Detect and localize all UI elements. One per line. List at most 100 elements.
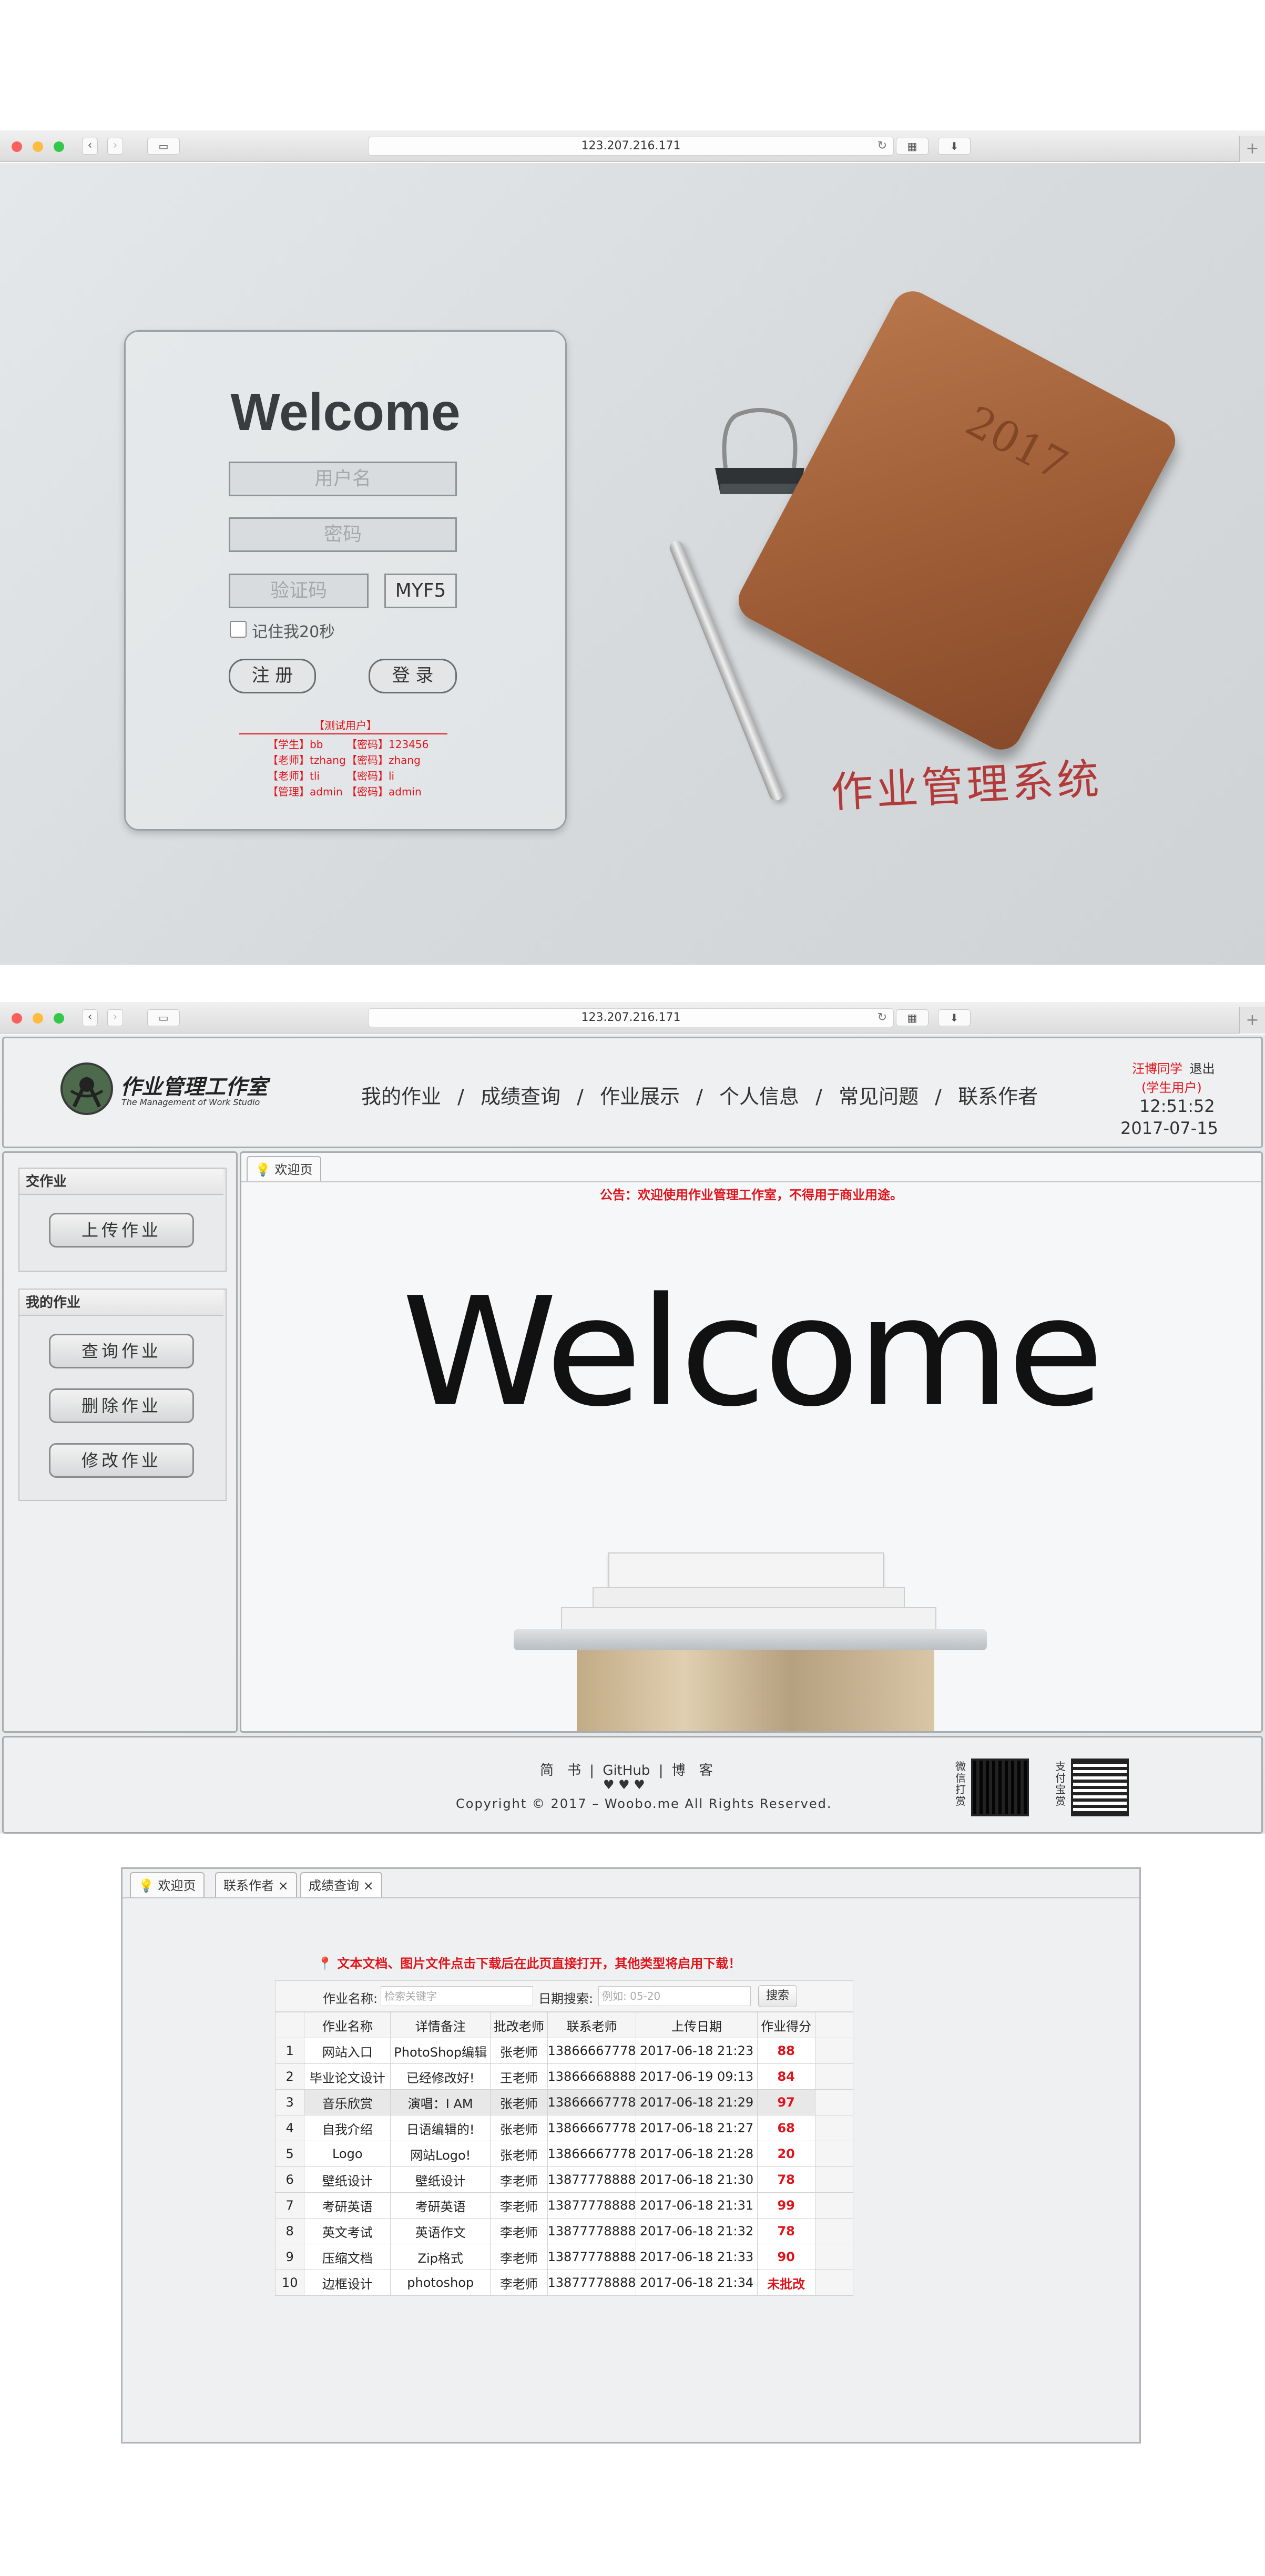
sidebar: 交作业 上传作业 我的作业 查询作业 删除作业 修改作业 (2, 1151, 238, 1733)
table-cell: 演唱：I AM (390, 2089, 491, 2115)
sidebar-icon[interactable]: ▭ (147, 1009, 180, 1026)
nav-contact[interactable]: 联系作者 (958, 1085, 1038, 1108)
name-search-label: 作业名称: (323, 1991, 378, 2006)
forward-icon[interactable]: › (107, 138, 123, 155)
delete-homework-button[interactable]: 删除作业 (49, 1388, 194, 1423)
nav-separator: / (935, 1085, 942, 1108)
table-cell: 壁纸设计 (390, 2166, 491, 2193)
nav-profile[interactable]: 个人信息 (719, 1085, 799, 1108)
tabs-overview-icon[interactable]: ▦ (896, 1009, 929, 1026)
upload-homework-button[interactable]: 上传作业 (49, 1213, 194, 1248)
logo-icon[interactable] (60, 1062, 113, 1115)
table-cell: 张老师 (490, 2038, 548, 2064)
minimize-window-icon[interactable] (33, 1013, 43, 1024)
minimize-window-icon[interactable] (33, 141, 43, 152)
table-cell (814, 2244, 854, 2270)
table-cell (814, 2038, 854, 2064)
register-button[interactable]: 注 册 (229, 659, 316, 693)
remember-checkbox[interactable] (230, 621, 247, 638)
back-icon[interactable]: ‹ (82, 1009, 98, 1026)
user-name[interactable]: 汪博同学 (1132, 1061, 1182, 1076)
maximize-window-icon[interactable] (54, 1013, 64, 1024)
table-cell: 5 (274, 2141, 305, 2167)
table-row[interactable]: 8 英文考试 英语作文 李老师 13877778888 2017-06-18 21:32 7… (274, 2218, 854, 2244)
login-button[interactable]: 登 录 (369, 659, 457, 693)
lightbulb-icon: 💡 (138, 1878, 154, 1893)
column-header[interactable]: 详情备注 (390, 2012, 491, 2038)
table-row[interactable]: 9 压缩文档 Zip格式 李老师 13877778888 2017-06-18 21:33… (274, 2244, 854, 2270)
tab-grades[interactable]: 成绩查询 × (300, 1872, 382, 1898)
captcha-image[interactable]: MYF5 (384, 574, 457, 608)
table-cell: 2017-06-18 21:30 (636, 2166, 758, 2193)
forward-icon[interactable]: › (107, 1009, 123, 1026)
reload-icon[interactable]: ↻ (878, 137, 887, 155)
table-row[interactable]: 7 考研英语 考研英语 李老师 13877778888 2017-06-18 21:31 9… (274, 2192, 854, 2219)
password-input[interactable]: 密码 (229, 517, 457, 552)
close-window-icon[interactable] (12, 1013, 22, 1024)
new-tab-icon[interactable]: + (1239, 136, 1265, 162)
table-row[interactable]: 1 网站入口 PhotoShop编辑 张老师 13866667778 2017-06-18… (274, 2038, 854, 2064)
tab-welcome[interactable]: 💡 欢迎页 (130, 1872, 205, 1898)
nav-showcase[interactable]: 作业展示 (600, 1085, 680, 1108)
new-tab-icon[interactable]: + (1239, 1007, 1265, 1034)
table-cell: 2 (274, 2063, 305, 2090)
name-search-input[interactable]: 检索关键字 (381, 1986, 533, 2006)
table-row[interactable]: 10 边框设计 photoshop 李老师 13877778888 2017-06-18 … (274, 2270, 854, 2296)
tabs-overview-icon[interactable]: ▦ (896, 138, 929, 155)
table-row[interactable]: 2 毕业论文设计 已经修改好! 王老师 13866668888 2017-06-19 09… (274, 2063, 854, 2090)
table-cell: 张老师 (490, 2115, 548, 2141)
downloads-icon[interactable]: ⬇ (938, 138, 971, 155)
close-window-icon[interactable] (12, 141, 22, 152)
table-row[interactable]: 4 自我介绍 日语编辑的! 张老师 13866667778 2017-06-18 21:2… (274, 2115, 854, 2141)
table-cell: 13877778888 (547, 2166, 637, 2193)
downloads-icon[interactable]: ⬇ (938, 1009, 971, 1026)
reload-icon[interactable]: ↻ (878, 1009, 887, 1027)
alipay-qr-code (1071, 1759, 1129, 1816)
table-cell: 压缩文档 (304, 2244, 391, 2270)
table-cell: Logo (304, 2141, 391, 2167)
table-cell: 2017-06-18 21:34 (636, 2270, 758, 2296)
notice-text: 公告：欢迎使用作业管理工作室，不得用于商业用途。 (600, 1188, 903, 1202)
table-cell: 3 (274, 2089, 305, 2115)
search-button[interactable]: 搜索 (758, 1985, 797, 2007)
search-bar: 作业名称: 检索关键字 日期搜索: 例如: 05-20 搜索 (275, 1980, 853, 2012)
column-header[interactable]: 上传日期 (636, 2012, 758, 2038)
date-search-input[interactable]: 例如: 05-20 (598, 1986, 751, 2006)
sidebar-icon[interactable]: ▭ (147, 138, 180, 155)
footer-link-blog[interactable]: 博 客 (672, 1763, 713, 1778)
column-header[interactable]: 作业名称 (304, 2012, 391, 2038)
logout-link[interactable]: 退出 (1190, 1061, 1215, 1076)
sidebar-group-title: 我的作业 (19, 1290, 223, 1316)
query-homework-button[interactable]: 查询作业 (49, 1334, 194, 1368)
tab-contact[interactable]: 联系作者 × (215, 1872, 297, 1898)
username-input[interactable]: 用户名 (229, 462, 457, 496)
table-cell: 考研英语 (390, 2192, 491, 2219)
footer-copyright: Copyright © 2017 – Woobo.me All Rights R… (456, 1796, 832, 1811)
test-user-row: 【管理】admin 【密码】admin (268, 785, 422, 798)
nav-grades[interactable]: 成绩查询 (481, 1085, 560, 1108)
table-cell: 2017-06-18 21:31 (636, 2192, 758, 2219)
captcha-input[interactable]: 验证码 (229, 574, 369, 608)
column-header[interactable]: 联系老师 (547, 2012, 637, 2038)
url-text: 123.207.216.171 (581, 139, 681, 152)
table-row[interactable]: 5 Logo 网站Logo! 张老师 13866667778 2017-06-18 21:… (274, 2141, 854, 2167)
footer-link-github[interactable]: GitHub (603, 1763, 650, 1778)
footer-link-jianshu[interactable]: 简 书 (540, 1763, 581, 1778)
table-row[interactable]: 3 音乐欣赏 演唱：I AM 张老师 13866667778 2017-06-18 21:… (274, 2089, 854, 2115)
tab-welcome[interactable]: 💡 欢迎页 (247, 1156, 321, 1182)
column-header[interactable]: 批改老师 (490, 2012, 548, 2038)
table-cell: 13877778888 (547, 2192, 637, 2219)
modify-homework-button[interactable]: 修改作业 (49, 1443, 194, 1478)
table-cell: 2017-06-18 21:33 (636, 2244, 758, 2270)
address-bar[interactable]: 123.207.216.171 ↻ (368, 1008, 894, 1027)
table-cell: 网站入口 (304, 2038, 391, 2064)
address-bar[interactable]: 123.207.216.171 ↻ (368, 137, 894, 156)
table-cell: 8 (274, 2218, 305, 2244)
nav-my-homework[interactable]: 我的作业 (361, 1085, 441, 1108)
main-content: 💡 欢迎页 公告：欢迎使用作业管理工作室，不得用于商业用途。 Welcome (240, 1151, 1263, 1733)
maximize-window-icon[interactable] (54, 141, 64, 152)
nav-faq[interactable]: 常见问题 (839, 1085, 919, 1108)
back-icon[interactable]: ‹ (82, 138, 98, 155)
table-row[interactable]: 6 壁纸设计 壁纸设计 李老师 13877778888 2017-06-18 21:30 7… (274, 2166, 854, 2193)
column-header[interactable]: 作业得分 (757, 2012, 815, 2038)
